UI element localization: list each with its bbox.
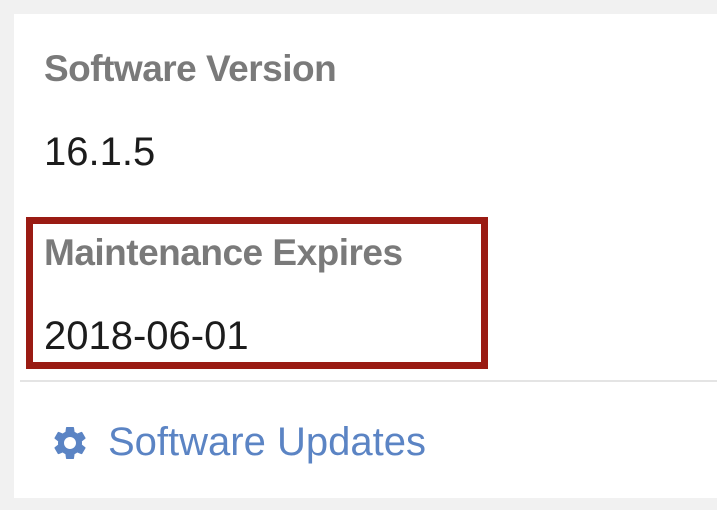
divider xyxy=(20,380,717,382)
info-card: Software Version 16.1.5 Maintenance Expi… xyxy=(14,14,717,498)
software-updates-link[interactable]: Software Updates xyxy=(50,420,426,465)
maintenance-expires-value: 2018-06-01 xyxy=(44,314,249,358)
software-version-value: 16.1.5 xyxy=(44,130,156,174)
software-updates-label: Software Updates xyxy=(108,420,426,464)
maintenance-expires-label: Maintenance Expires xyxy=(44,232,403,273)
gear-icon xyxy=(54,426,86,459)
software-version-label: Software Version xyxy=(44,48,337,89)
